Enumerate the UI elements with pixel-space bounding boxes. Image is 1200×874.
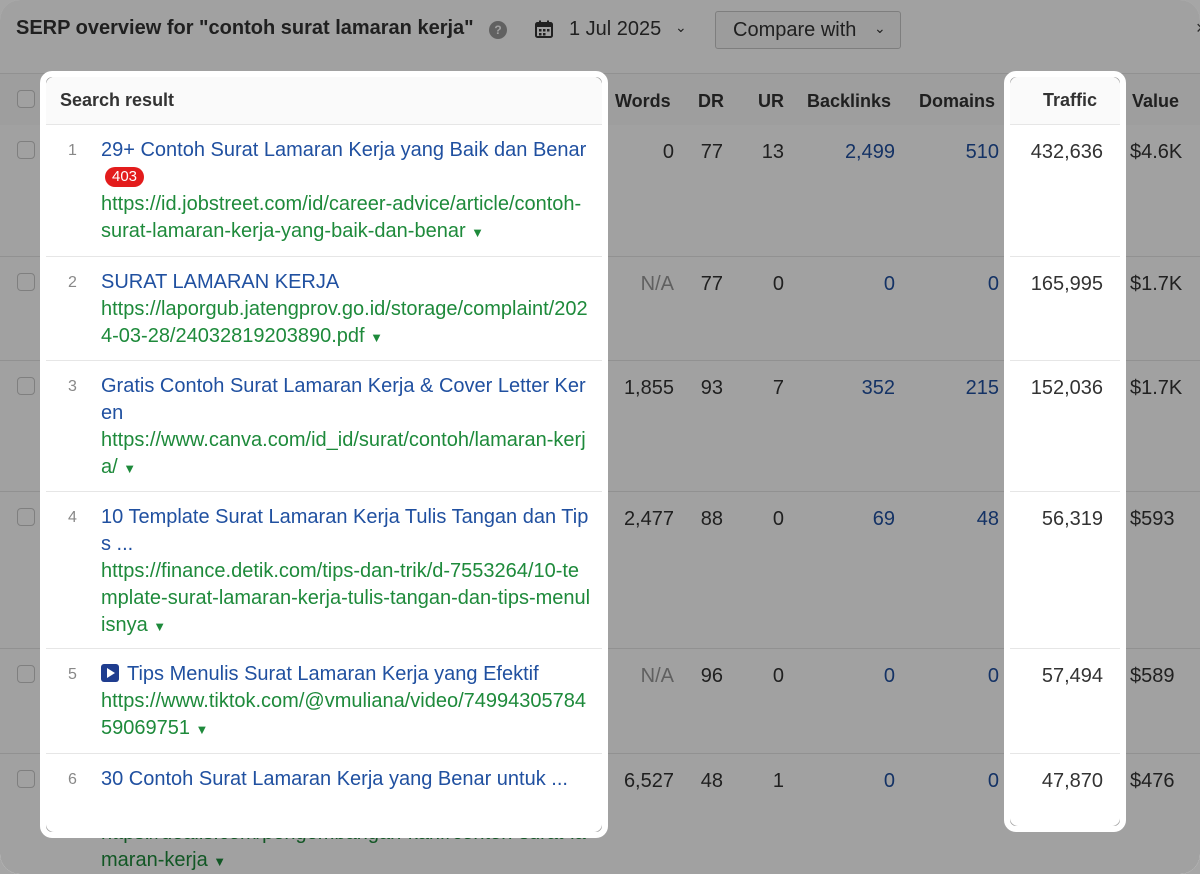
highlight-frame [1004, 71, 1126, 832]
highlight-frame [40, 71, 608, 838]
serp-overview-panel: SERP overview for "contoh surat lamaran … [0, 0, 1200, 874]
